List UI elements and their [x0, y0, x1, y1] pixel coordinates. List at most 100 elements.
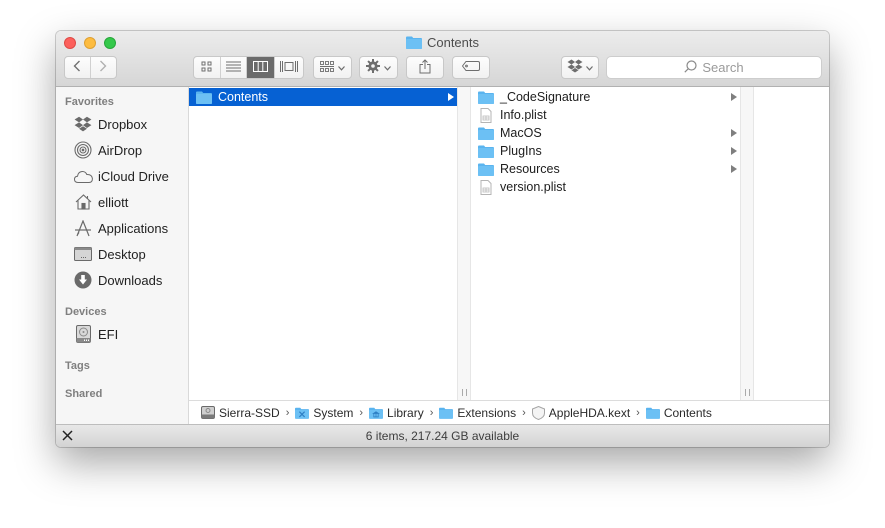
sidebar-item-downloads[interactable]: Downloads: [73, 269, 185, 291]
crumb-label: Contents: [663, 405, 712, 420]
path-separator: ›: [522, 406, 526, 419]
column-1: Contents: [189, 87, 457, 400]
share-button[interactable]: [406, 56, 444, 79]
applications-icon: [73, 219, 93, 237]
resize-grip-icon: [745, 389, 750, 396]
window-title-text: Contents: [426, 35, 480, 50]
hard-drive-icon: [201, 406, 215, 419]
window-title: Contents: [56, 35, 829, 52]
sidebar-item-label: EFI: [98, 326, 119, 342]
crumb-label: Library: [387, 405, 424, 420]
sidebar-item-label: AirDrop: [98, 142, 143, 158]
chevron-down-icon: [586, 62, 593, 74]
cover-flow-icon: [279, 59, 298, 77]
crumb-label: System: [313, 405, 354, 420]
item-name: Contents: [218, 90, 269, 104]
icon-view-button[interactable]: [194, 57, 221, 78]
navigation-buttons: [64, 56, 117, 79]
cover-flow-view-button[interactable]: [275, 57, 303, 78]
sidebar-item-efi[interactable]: EFI: [73, 323, 185, 345]
airdrop-icon: [73, 141, 93, 159]
folder-icon: [439, 407, 454, 419]
list-view-icon: [225, 59, 241, 77]
sidebar-item-label: elliott: [98, 194, 129, 210]
back-button[interactable]: [65, 57, 91, 78]
sidebar-item-label: Applications: [98, 220, 169, 236]
dropbox-button[interactable]: [561, 56, 599, 79]
disclosure-arrow-icon: [731, 93, 737, 101]
column-resize-handle[interactable]: [457, 87, 471, 400]
sidebar-item-icloud-drive[interactable]: iCloud Drive: [73, 165, 185, 187]
path-crumb-contents[interactable]: Contents: [645, 405, 712, 420]
item-name: Resources: [500, 162, 560, 176]
action-button[interactable]: [359, 56, 398, 79]
sidebar-item-label: Dropbox: [98, 116, 148, 132]
column-browser: Contents _CodeSignature Info.plist MacOS: [189, 87, 829, 400]
sidebar: Favorites Dropbox AirDrop iCloud Drive e…: [56, 87, 189, 424]
sidebar-heading-favorites: Favorites: [65, 96, 114, 108]
column-3: [754, 87, 829, 400]
column-item-contents[interactable]: Contents: [189, 88, 457, 106]
plist-file-icon: [478, 107, 494, 123]
sidebar-item-desktop[interactable]: Desktop: [73, 243, 185, 265]
sidebar-item-label: iCloud Drive: [98, 168, 169, 184]
share-icon: [419, 58, 431, 77]
kext-icon: [531, 405, 545, 420]
sidebar-heading-tags[interactable]: Tags: [65, 360, 90, 372]
icon-view-icon: [201, 59, 212, 77]
chevron-left-icon: [73, 59, 81, 77]
column-item-resources[interactable]: Resources: [471, 160, 740, 178]
column-item-codesignature[interactable]: _CodeSignature: [471, 88, 740, 106]
item-name: PlugIns: [500, 144, 542, 158]
chevron-right-icon: [99, 59, 107, 77]
path-crumb-extensions[interactable]: Extensions: [439, 406, 516, 420]
item-name: version.plist: [500, 180, 566, 194]
column-item-plugins[interactable]: PlugIns: [471, 142, 740, 160]
search-icon: [684, 59, 702, 76]
column-view-button[interactable]: [247, 57, 275, 78]
sidebar-heading-devices: Devices: [65, 306, 107, 318]
list-view-button[interactable]: [221, 57, 248, 78]
item-name: Info.plist: [500, 108, 547, 122]
column-resize-handle[interactable]: [740, 87, 754, 400]
forward-button[interactable]: [91, 57, 116, 78]
crumb-label: AppleHDA.kext: [548, 405, 631, 420]
path-crumb-library[interactable]: Library: [369, 406, 424, 420]
path-crumb-system[interactable]: System: [295, 406, 353, 420]
sidebar-item-label: Desktop: [98, 246, 146, 262]
sidebar-heading-shared[interactable]: Shared: [65, 388, 102, 400]
item-name: _CodeSignature: [500, 90, 591, 104]
path-crumb-sierra-ssd[interactable]: Sierra-SSD: [201, 406, 280, 420]
sidebar-item-applications[interactable]: Applications: [73, 217, 185, 239]
crumb-label: Extensions: [457, 405, 517, 420]
column-item-macos[interactable]: MacOS: [471, 124, 740, 142]
gear-icon: [366, 59, 380, 76]
column-item-version-plist[interactable]: version.plist: [471, 178, 740, 196]
crumb-label: Sierra-SSD: [219, 405, 280, 420]
sidebar-item-elliott[interactable]: elliott: [73, 191, 185, 213]
tag-icon: [461, 61, 480, 74]
disclosure-arrow-icon: [448, 93, 454, 101]
path-separator: ›: [636, 406, 640, 419]
sidebar-item-dropbox[interactable]: Dropbox: [73, 113, 185, 135]
column-2: _CodeSignature Info.plist MacOS PlugIns …: [471, 87, 740, 400]
arrange-button[interactable]: [313, 56, 352, 79]
column-view-icon: [252, 59, 268, 77]
column-item-info-plist[interactable]: Info.plist: [471, 106, 740, 124]
chevron-down-icon: [384, 62, 391, 74]
disk-icon: [73, 325, 93, 343]
tags-button[interactable]: [452, 56, 490, 79]
downloads-icon: [73, 271, 93, 289]
dropbox-icon: [567, 59, 583, 76]
folder-icon: [478, 162, 494, 176]
path-separator: ›: [285, 406, 290, 419]
disclosure-arrow-icon: [731, 165, 737, 173]
path-crumb-applehda-kext[interactable]: AppleHDA.kext: [531, 405, 631, 420]
search-field[interactable]: Search: [606, 56, 822, 79]
tools-icon[interactable]: [62, 429, 73, 444]
sidebar-item-label: Downloads: [98, 272, 163, 288]
chevron-down-icon: [338, 62, 345, 74]
disclosure-arrow-icon: [731, 129, 737, 137]
plist-file-icon: [478, 179, 494, 195]
sidebar-item-airdrop[interactable]: AirDrop: [73, 139, 185, 161]
